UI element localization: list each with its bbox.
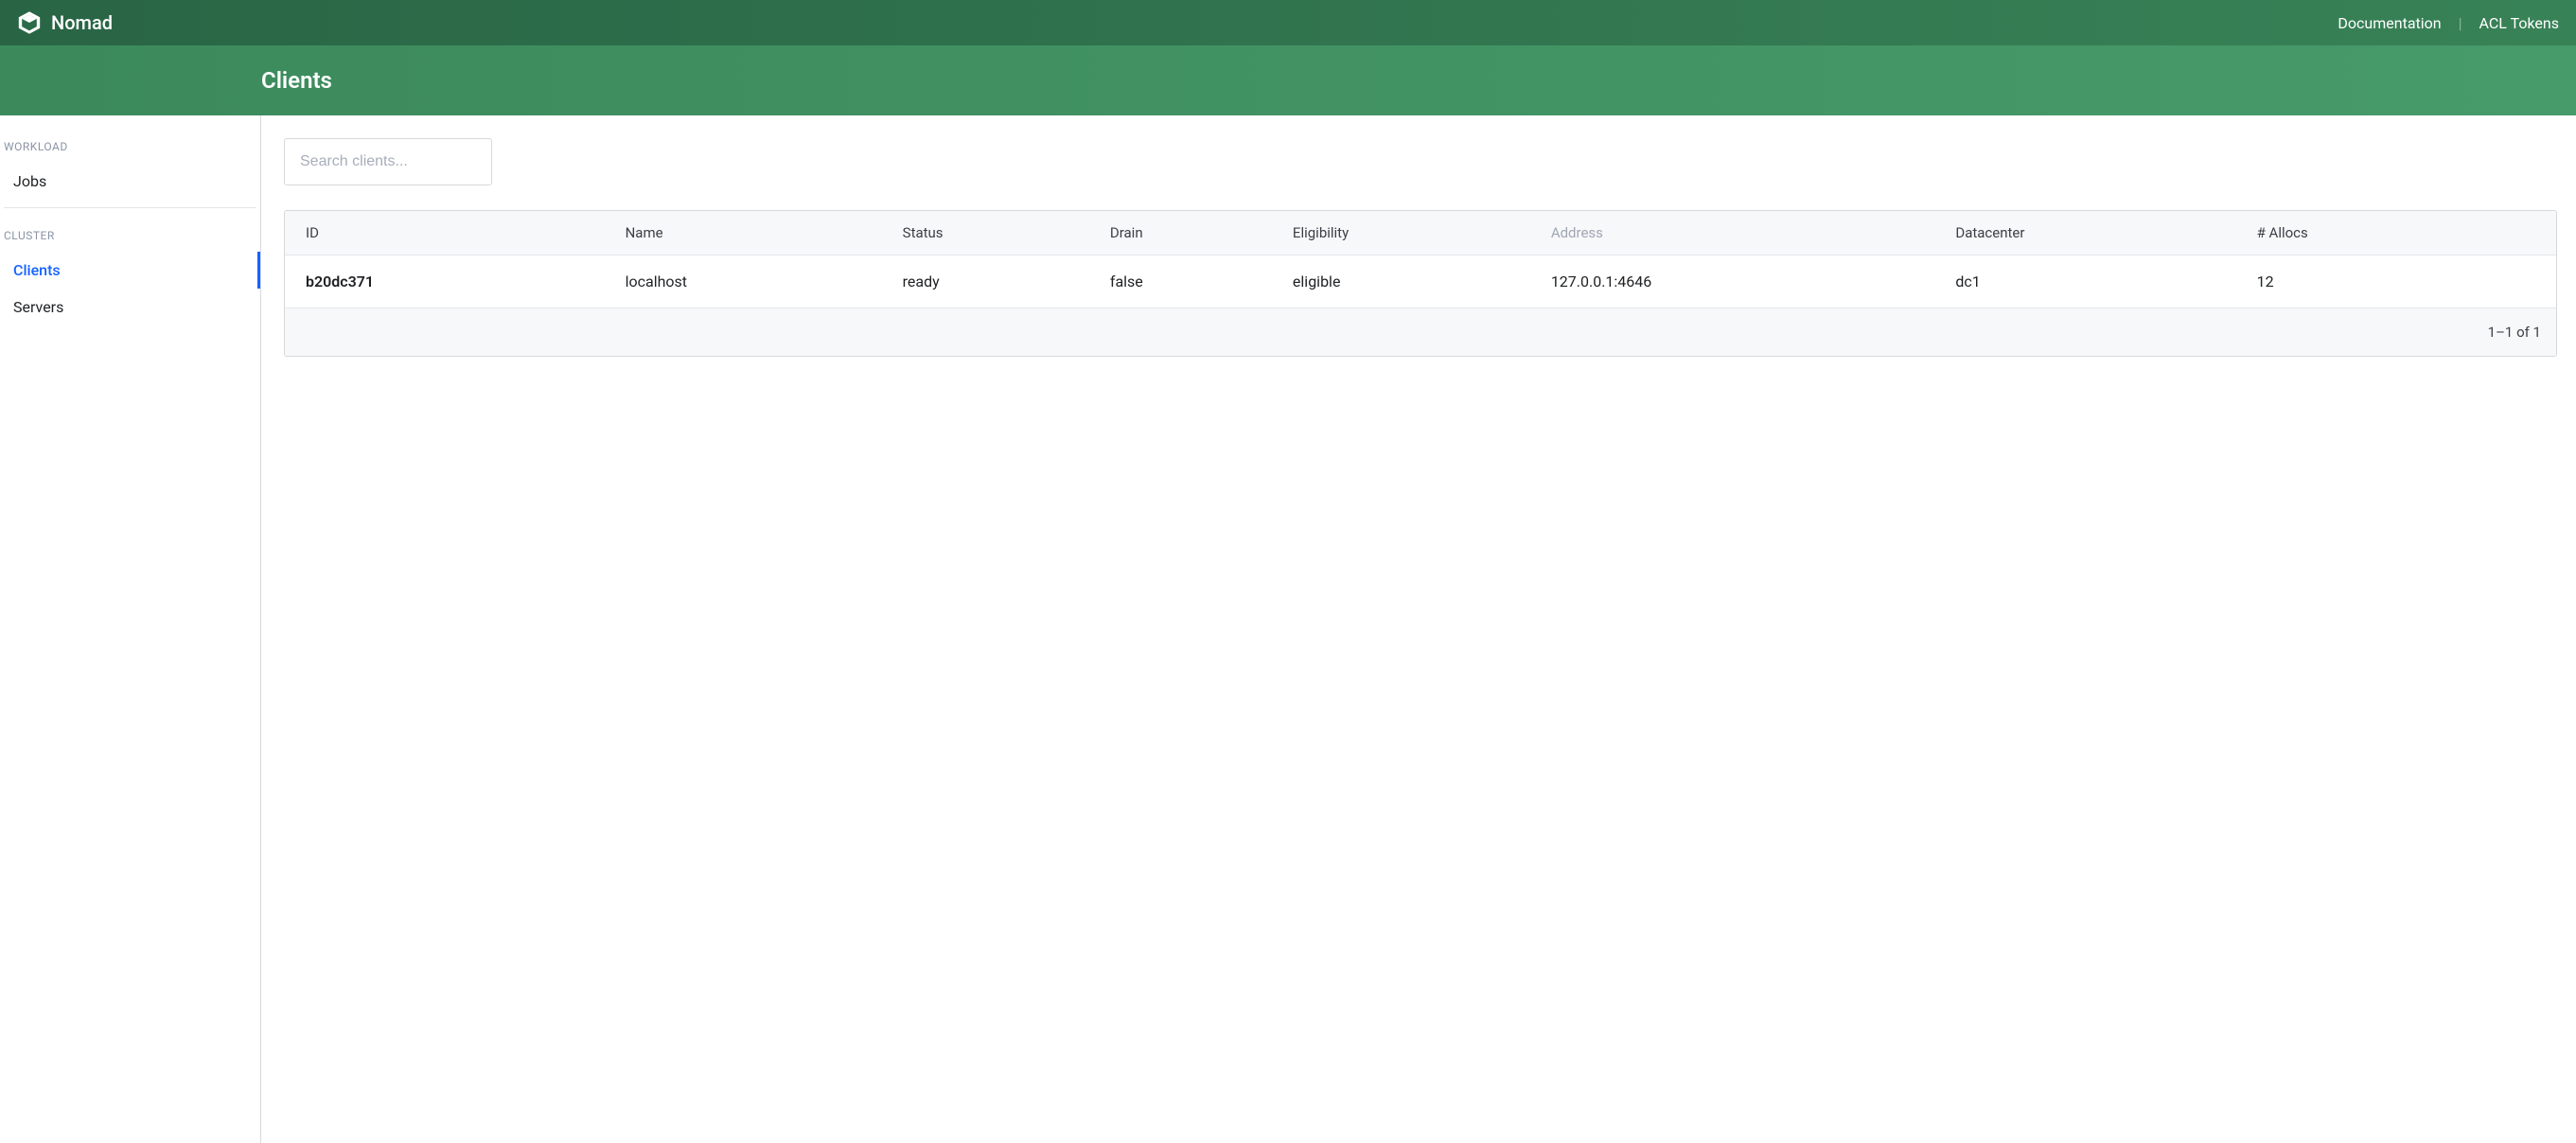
table-header-row: ID Name Status Drain Eligibility Address… [285, 211, 2556, 255]
page-header: Clients [0, 45, 2576, 115]
nav-documentation[interactable]: Documentation [2338, 14, 2441, 32]
brand[interactable]: Nomad [17, 10, 113, 35]
cell-eligibility: eligible [1281, 255, 1540, 308]
top-nav: Documentation | ACL Tokens [2338, 14, 2559, 32]
sidebar-item-clients[interactable]: Clients [0, 252, 260, 289]
clients-table: ID Name Status Drain Eligibility Address… [284, 210, 2557, 357]
sidebar-section-workload: WORKLOAD [0, 132, 260, 163]
topbar: Nomad Documentation | ACL Tokens [0, 0, 2576, 45]
sidebar: WORKLOAD Jobs CLUSTER Clients Servers [0, 115, 261, 1143]
search-input[interactable] [284, 138, 492, 185]
cell-address: 127.0.0.1:4646 [1540, 255, 1945, 308]
sidebar-item-jobs[interactable]: Jobs [0, 163, 260, 200]
table-row[interactable]: b20dc371 localhost ready false eligible … [285, 255, 2556, 308]
main-content: ID Name Status Drain Eligibility Address… [261, 115, 2576, 1143]
col-address[interactable]: Address [1540, 211, 1945, 255]
nav-divider: | [2459, 14, 2462, 32]
sidebar-divider [4, 207, 256, 208]
col-eligibility[interactable]: Eligibility [1281, 211, 1540, 255]
nomad-logo-icon [17, 10, 42, 35]
sidebar-item-servers[interactable]: Servers [0, 289, 260, 325]
nav-acl-tokens[interactable]: ACL Tokens [2479, 14, 2559, 32]
cell-datacenter: dc1 [1944, 255, 2245, 308]
col-allocs[interactable]: # Allocs [2246, 211, 2556, 255]
col-name[interactable]: Name [614, 211, 891, 255]
col-drain[interactable]: Drain [1099, 211, 1281, 255]
cell-id: b20dc371 [285, 255, 614, 308]
cell-drain: false [1099, 255, 1281, 308]
cell-status: ready [891, 255, 1099, 308]
cell-name: localhost [614, 255, 891, 308]
table-footer-pagination: 1–1 of 1 [285, 308, 2556, 357]
brand-name: Nomad [51, 11, 113, 34]
col-status[interactable]: Status [891, 211, 1099, 255]
page-title: Clients [261, 67, 332, 94]
col-datacenter[interactable]: Datacenter [1944, 211, 2245, 255]
cell-allocs: 12 [2246, 255, 2556, 308]
sidebar-section-cluster: CLUSTER [0, 221, 260, 252]
col-id[interactable]: ID [285, 211, 614, 255]
